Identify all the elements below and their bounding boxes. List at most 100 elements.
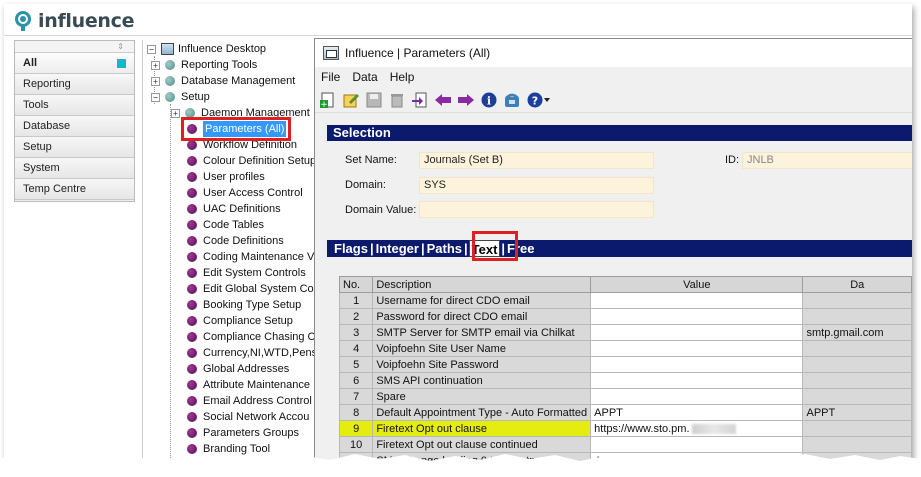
collapse-toggle-icon[interactable]: − bbox=[147, 44, 156, 54]
tree-item-label: Parameters Groups bbox=[203, 427, 299, 439]
table-row[interactable]: 1 Username for direct CDO email bbox=[338, 292, 912, 309]
tree-root[interactable]: − Influence Desktop bbox=[147, 41, 266, 57]
row-value-cell[interactable]: https://www.sto.pm. bbox=[590, 420, 804, 437]
tree-item-reporting-tools[interactable]: + Reporting Tools bbox=[151, 57, 257, 73]
tree-item[interactable]: Global Addresses bbox=[187, 361, 289, 377]
row-value-cell[interactable] bbox=[590, 308, 804, 325]
expand-toggle-icon[interactable]: + bbox=[171, 108, 180, 118]
row-value-cell[interactable] bbox=[590, 436, 804, 453]
tree-item[interactable]: Booking Type Setup bbox=[187, 297, 301, 313]
table-row[interactable]: 7 Spare bbox=[338, 388, 912, 405]
menu-file[interactable]: File bbox=[321, 70, 340, 84]
table-row-highlighted[interactable]: 9 Firetext Opt out clause https://www.sto.… bbox=[338, 420, 912, 437]
row-no: 2 bbox=[338, 308, 374, 325]
tree-item[interactable]: User Access Control bbox=[187, 185, 303, 201]
app-frame: influence ⇕ All Reporting Tools Database… bbox=[4, 4, 912, 466]
row-value-cell[interactable] bbox=[590, 372, 804, 389]
expand-toggle-icon[interactable]: + bbox=[151, 60, 160, 70]
row-value-cell[interactable] bbox=[590, 292, 804, 309]
tree-item[interactable]: Edit Global System Cor bbox=[187, 281, 317, 297]
phone-icon[interactable] bbox=[503, 91, 521, 109]
row-value-cell[interactable] bbox=[590, 356, 804, 373]
tree-item-database-management[interactable]: + Database Management bbox=[151, 73, 295, 89]
node-ball-icon bbox=[187, 140, 197, 150]
table-row[interactable]: 4 Voipfoehn Site User Name bbox=[338, 340, 912, 357]
table-row[interactable]: 8 Default Appointment Type - Auto Formatt… bbox=[338, 404, 912, 421]
nav-item-label: Setup bbox=[23, 141, 52, 153]
table-row[interactable]: 6 SMS API continuation bbox=[338, 372, 912, 389]
node-ball-icon bbox=[165, 92, 175, 102]
tree-item-label: Global Addresses bbox=[203, 363, 290, 375]
menu-data[interactable]: Data bbox=[352, 70, 377, 84]
column-header-value[interactable]: Value bbox=[590, 276, 804, 293]
table-row[interactable]: 2 Password for direct CDO email bbox=[338, 308, 912, 325]
forward-arrow-icon[interactable] bbox=[457, 91, 475, 109]
tree-item[interactable]: Attribute Maintenance bbox=[187, 377, 310, 393]
nav-item-setup[interactable]: Setup bbox=[15, 137, 134, 158]
row-value-cell[interactable] bbox=[590, 324, 804, 341]
save-icon[interactable] bbox=[365, 91, 383, 109]
row-description: Voipfoehn Site Password bbox=[372, 356, 592, 373]
id-field[interactable]: JNLB bbox=[742, 152, 912, 169]
edit-icon[interactable] bbox=[342, 91, 360, 109]
expand-toggle-icon[interactable]: + bbox=[151, 76, 160, 86]
table-row[interactable]: 10 Firetext Opt out clause continued bbox=[338, 436, 912, 453]
node-ball-icon bbox=[187, 252, 197, 262]
nav-scroll-arrows-icon[interactable]: ⇕ bbox=[15, 41, 134, 53]
row-no: 9 bbox=[338, 420, 374, 437]
tree-item[interactable]: Coding Maintenance V bbox=[187, 249, 314, 265]
import-icon[interactable] bbox=[411, 91, 429, 109]
node-ball-icon bbox=[187, 332, 197, 342]
nav-item-system[interactable]: System bbox=[15, 158, 134, 179]
new-icon[interactable]: + bbox=[319, 91, 337, 109]
tree-item-label: Email Address Control bbox=[203, 395, 312, 407]
nav-item-all[interactable]: All bbox=[15, 53, 134, 74]
tree-item-setup[interactable]: − Setup bbox=[151, 89, 210, 105]
tab-paths[interactable]: Paths bbox=[426, 240, 463, 257]
help-icon[interactable]: ? bbox=[526, 91, 552, 109]
nav-item-database[interactable]: Database bbox=[15, 116, 134, 137]
set-name-field[interactable]: Journals (Set B) bbox=[419, 152, 654, 169]
tree-item[interactable]: Colour Definition Setup bbox=[187, 153, 316, 169]
delete-icon[interactable] bbox=[388, 91, 406, 109]
nav-item-label: All bbox=[23, 57, 38, 69]
node-ball-icon bbox=[187, 364, 197, 374]
domain-field[interactable]: SYS bbox=[419, 177, 654, 194]
tree-item[interactable]: Parameters Groups bbox=[187, 425, 299, 441]
tree-item[interactable]: Compliance Chasing C bbox=[187, 329, 316, 345]
tab-integer[interactable]: Integer bbox=[375, 240, 420, 257]
info-icon[interactable]: i bbox=[480, 91, 498, 109]
tree-item-label: Edit System Controls bbox=[203, 267, 306, 279]
menu-help[interactable]: Help bbox=[390, 70, 415, 84]
tree-item[interactable]: User profiles bbox=[187, 169, 265, 185]
tree-item[interactable]: Code Definitions bbox=[187, 233, 284, 249]
tree-item[interactable]: Edit System Controls bbox=[187, 265, 306, 281]
table-row[interactable]: 5 Voipfoehn Site Password bbox=[338, 356, 912, 373]
tree-item[interactable]: Email Address Control bbox=[187, 393, 312, 409]
collapse-toggle-icon[interactable]: − bbox=[151, 92, 160, 102]
column-header-default[interactable]: Da bbox=[802, 276, 912, 293]
row-value-cell[interactable] bbox=[590, 340, 804, 357]
tree-item[interactable]: Compliance Setup bbox=[187, 313, 293, 329]
row-default: APPT bbox=[802, 404, 912, 421]
nav-item-temp-centre[interactable]: Temp Centre bbox=[15, 179, 134, 200]
tree-item[interactable]: Social Network Accou bbox=[187, 409, 309, 425]
nav-item-reporting[interactable]: Reporting bbox=[15, 74, 134, 95]
nav-item-tools[interactable]: Tools bbox=[15, 95, 134, 116]
table-row[interactable]: 3 SMTP Server for SMTP email via Chilkat s… bbox=[338, 324, 912, 341]
node-ball-icon bbox=[187, 220, 197, 230]
nav-item-label: Tools bbox=[23, 99, 49, 111]
row-value-cell[interactable] bbox=[590, 388, 804, 405]
column-header-description[interactable]: Description bbox=[372, 276, 592, 293]
tree-item[interactable]: Currency,NI,WTD,Pens bbox=[187, 345, 317, 361]
back-arrow-icon[interactable] bbox=[434, 91, 452, 109]
domain-value-field[interactable] bbox=[419, 201, 654, 218]
tree-item[interactable]: UAC Definitions bbox=[187, 201, 281, 217]
row-value-cell[interactable]: APPT bbox=[590, 404, 804, 421]
tree-item[interactable]: Code Tables bbox=[187, 217, 264, 233]
tab-flags[interactable]: Flags bbox=[333, 240, 369, 257]
column-header-no[interactable]: No. bbox=[338, 276, 374, 293]
row-no: 1 bbox=[338, 292, 374, 309]
domain-label: Domain: bbox=[345, 179, 386, 191]
active-square-icon bbox=[117, 59, 126, 68]
